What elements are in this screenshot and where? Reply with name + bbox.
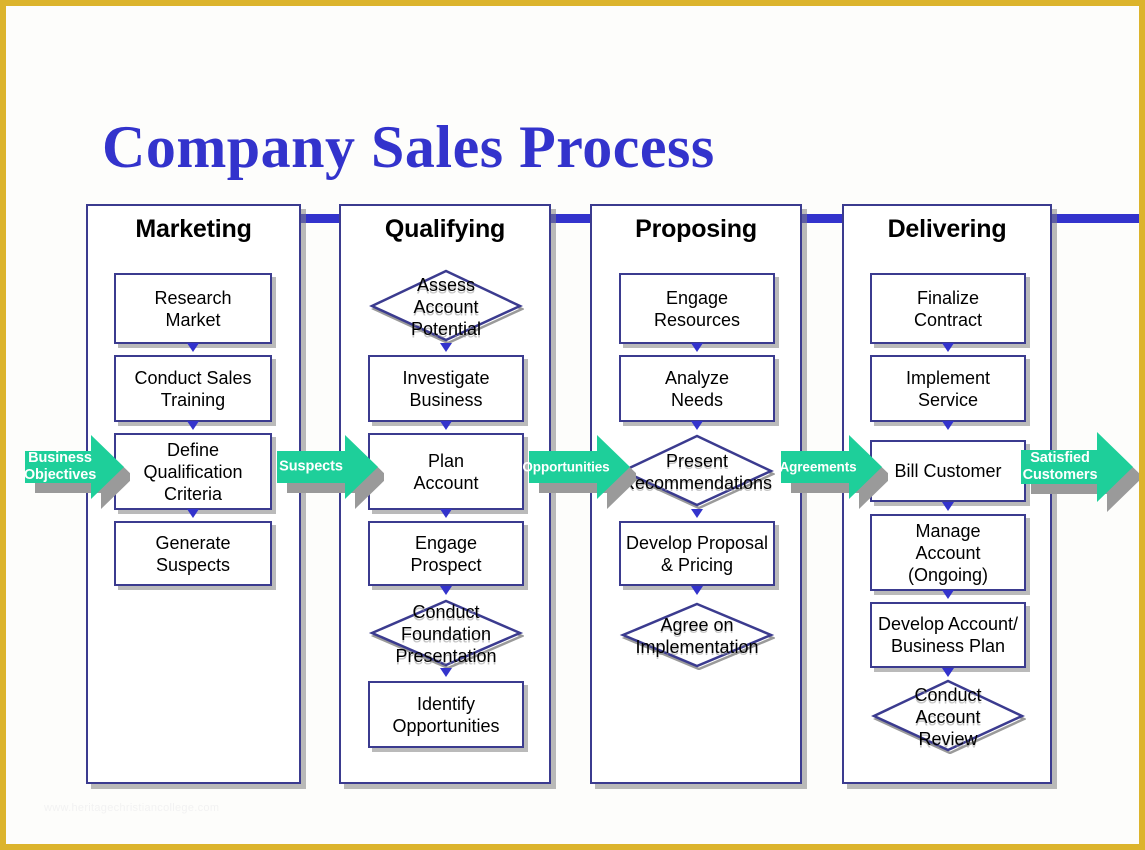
node-label: Plan Account: [368, 433, 524, 510]
stage-title-proposing: Proposing: [635, 215, 757, 243]
node-label: Investigate Business: [368, 355, 524, 422]
flow-arrowhead: [691, 586, 703, 595]
node-engage-resources[interactable]: Engage Resources: [619, 273, 775, 344]
watermark-text: www.heritagechristiancollege.com: [44, 802, 220, 814]
node-conduct-foundation-presentation[interactable]: Conduct Foundation Presentation Conduct …: [368, 599, 524, 669]
flow-arrow-opportunities[interactable]: Opportunities: [522, 434, 636, 510]
node-label: Conduct Sales Training: [114, 355, 272, 422]
flow-arrowhead: [187, 509, 199, 518]
flow-arrowhead: [440, 668, 452, 677]
stage-title-marketing: Marketing: [135, 215, 252, 243]
node-develop-proposal-and-pricing[interactable]: Develop Proposal & Pricing: [619, 521, 775, 586]
flow-arrow-label: Satisfied Customers: [1022, 450, 1098, 483]
flow-arrowhead: [187, 421, 199, 430]
flow-arrow-label: Suspects: [279, 458, 343, 475]
node-agree-on-implementation[interactable]: Agree on Implementation Agree on Impleme…: [619, 602, 775, 670]
node-plan-account[interactable]: Plan Account: [368, 433, 524, 510]
node-label: Develop Proposal & Pricing: [619, 521, 775, 586]
flow-arrow-label: Opportunities: [522, 459, 610, 475]
node-manage-account-ongoing[interactable]: Manage Account (Ongoing): [870, 514, 1026, 591]
node-label: Implement Service: [870, 355, 1026, 422]
flow-arrow-agreements[interactable]: Agreements: [779, 434, 888, 510]
diagram-canvas: Company Sales Process Marketing Research…: [0, 0, 1145, 850]
node-label: Conduct Account Review: [914, 684, 982, 749]
node-engage-prospect[interactable]: Engage Prospect: [368, 521, 524, 586]
flow-arrowhead: [440, 586, 452, 595]
flow-arrowhead: [440, 421, 452, 430]
node-label: Analyze Needs: [619, 355, 775, 422]
flow-arrow-label: Agreements: [779, 459, 857, 475]
flow-arrowhead: [942, 590, 954, 599]
flow-arrow-business-objectives[interactable]: Business Objectives: [24, 434, 130, 510]
node-label: Generate Suspects: [114, 521, 272, 586]
node-identify-opportunities[interactable]: Identify Opportunities: [368, 681, 524, 748]
flow-arrowhead: [942, 343, 954, 352]
node-label: Conduct Foundation Presentation: [395, 602, 497, 666]
node-research-market[interactable]: Research Market: [114, 273, 272, 344]
node-finalize-contract[interactable]: Finalize Contract: [870, 273, 1026, 344]
flow-arrow-suspects[interactable]: Suspects: [276, 434, 384, 510]
node-present-recommendations[interactable]: Present Recommendations Present Recommen…: [619, 434, 775, 509]
flow-arrowhead: [440, 509, 452, 518]
node-conduct-account-review[interactable]: Conduct Account Review Conduct Account R…: [870, 679, 1026, 754]
node-investigate-business[interactable]: Investigate Business: [368, 355, 524, 422]
node-label: Engage Resources: [619, 273, 775, 344]
node-assess-account-potential[interactable]: Assess Account Potential Assess Account …: [368, 269, 524, 344]
node-implement-service[interactable]: Implement Service: [870, 355, 1026, 422]
node-conduct-sales-training[interactable]: Conduct Sales Training: [114, 355, 272, 422]
flow-arrowhead: [691, 343, 703, 352]
flow-arrowhead: [691, 509, 703, 518]
node-define-qualification-criteria[interactable]: Define Qualification Criteria: [114, 433, 272, 510]
node-label: Bill Customer: [870, 440, 1026, 502]
node-generate-suspects[interactable]: Generate Suspects: [114, 521, 272, 586]
node-label: Finalize Contract: [870, 273, 1026, 344]
node-analyze-needs[interactable]: Analyze Needs: [619, 355, 775, 422]
flow-arrow-satisfied-customers[interactable]: Satisfied Customers: [1020, 431, 1139, 513]
stage-title-qualifying: Qualifying: [384, 215, 506, 243]
node-label: Develop Account/ Business Plan: [870, 602, 1026, 668]
flow-arrow-label: Business Objectives: [23, 450, 97, 483]
flow-arrowhead: [942, 421, 954, 430]
node-label: Manage Account (Ongoing): [870, 514, 1026, 591]
node-label: Identify Opportunities: [368, 681, 524, 748]
flow-arrowhead: [187, 343, 199, 352]
node-label: Define Qualification Criteria: [114, 433, 272, 510]
page-title: Company Sales Process: [102, 114, 715, 180]
node-develop-account-business-plan[interactable]: Develop Account/ Business Plan: [870, 602, 1026, 668]
node-label: Agree on Implementation: [635, 615, 759, 657]
stage-title-delivering: Delivering: [887, 215, 1007, 243]
flow-arrowhead: [691, 421, 703, 430]
stage-connector-bar-4: [1052, 214, 1139, 223]
flow-arrowhead: [942, 502, 954, 511]
node-label: Assess Account Potential: [410, 274, 482, 339]
stage-connector-bar-1: [297, 214, 345, 223]
flow-arrowhead: [942, 668, 954, 677]
node-bill-customer[interactable]: Bill Customer: [870, 440, 1026, 502]
flow-arrowhead: [440, 343, 452, 352]
node-label: Engage Prospect: [368, 521, 524, 586]
node-label: Research Market: [114, 273, 272, 344]
